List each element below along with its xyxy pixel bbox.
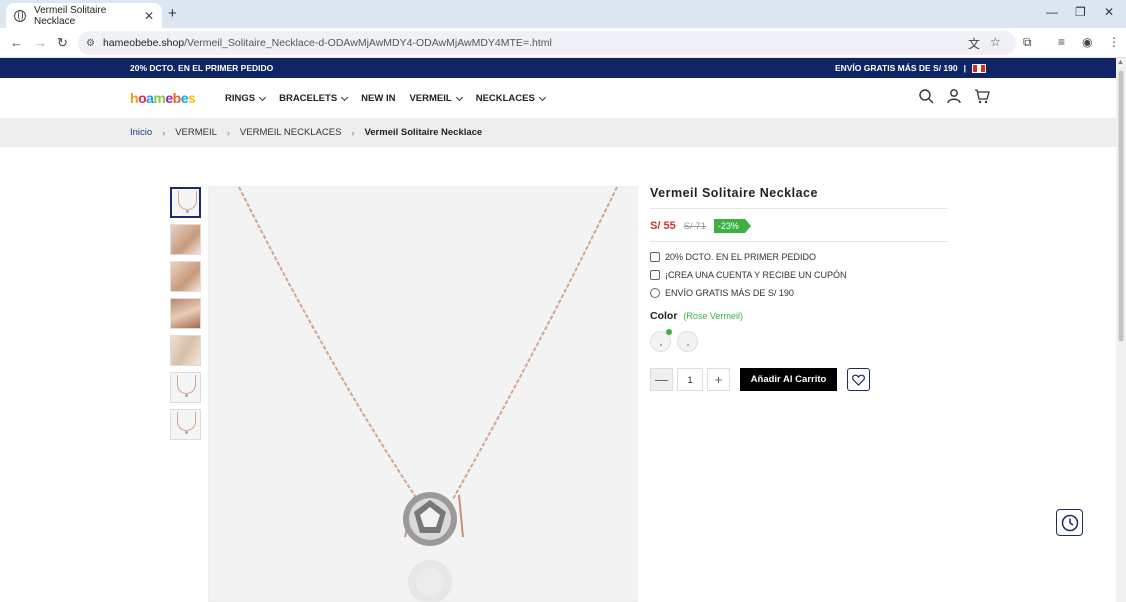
color-label: Color [650, 310, 678, 322]
thumbnail-4[interactable] [170, 298, 201, 329]
chevron-down-icon [455, 93, 463, 101]
scroll-up-icon[interactable]: ▲ [1117, 59, 1124, 66]
thumbnail-3[interactable] [170, 261, 201, 292]
chevron-down-icon [538, 93, 546, 101]
thumbnail-7[interactable] [170, 409, 201, 440]
shipping-icon [650, 288, 660, 298]
browser-tab[interactable]: Vermeil Solitaire Necklace ✕ [6, 3, 162, 28]
product-info: Vermeil Solitaire Necklace S/ 55 S/ 71 -… [650, 186, 948, 391]
thumbnail-6[interactable] [170, 372, 201, 403]
nav-item-rings[interactable]: RINGS [225, 93, 267, 104]
back-icon[interactable]: ← [10, 35, 23, 50]
main-nav: RINGS BRACELETS NEW IN VERMEIL NECKLACES [225, 93, 546, 104]
promo-left-text: 20% DCTO. EN EL PRIMER PEDIDO [130, 63, 274, 73]
nav-item-necklaces[interactable]: NECKLACES [476, 93, 546, 104]
peru-flag-icon[interactable] [972, 63, 986, 73]
thumbnail-5[interactable] [170, 335, 201, 366]
breadcrumb-vermeil-necklaces[interactable]: VERMEIL NECKLACES [240, 127, 342, 138]
account-icon[interactable] [946, 88, 962, 104]
color-selector-label: Color (Rose Vermeil) [650, 310, 948, 322]
tag-icon [650, 252, 660, 262]
search-icon[interactable] [918, 88, 934, 104]
page-scrollbar[interactable]: ▲ [1116, 58, 1126, 602]
site-info-icon[interactable]: ⚙ [86, 38, 95, 49]
coupon-icon [650, 270, 660, 280]
cart-icon[interactable] [974, 88, 990, 104]
breadcrumb-home[interactable]: Inicio [130, 127, 152, 138]
thumbnail-gallery [170, 187, 202, 446]
site-logo[interactable]: hoamebes [130, 90, 196, 106]
breadcrumb-separator: › [162, 127, 166, 138]
chevron-down-icon [259, 93, 267, 101]
bookmark-star-icon[interactable]: ☆ [990, 35, 1001, 49]
new-tab-icon[interactable]: + [168, 5, 177, 22]
extensions-icon[interactable]: ⧉ [1023, 35, 1032, 50]
browser-tab-bar: Vermeil Solitaire Necklace ✕ + — ❐ ✕ [0, 0, 1126, 28]
address-bar: ← → ↻ ⚙ hameobebe.shop/Vermeil_Solitaire… [0, 28, 1126, 58]
quantity-increase-button[interactable]: + [707, 368, 730, 391]
promo-bar: 20% DCTO. EN EL PRIMER PEDIDO ENVÍO GRAT… [0, 58, 1116, 78]
scrollbar-thumb[interactable] [1118, 70, 1124, 342]
perk-item: ¡CREA UNA CUENTA Y RECIBE UN CUPÓN [650, 270, 948, 280]
promo-right-text: ENVÍO GRATIS MÁS DE S/ 190 [834, 63, 958, 73]
add-to-cart-button[interactable]: Añadir Al Carrito [740, 368, 837, 391]
clock-icon [1061, 514, 1078, 531]
breadcrumb-separator: › [226, 127, 230, 138]
chevron-down-icon [341, 93, 349, 101]
discount-badge: -23% [713, 219, 751, 233]
perks-list: 20% DCTO. EN EL PRIMER PEDIDO ¡CREA UNA … [650, 242, 948, 298]
nav-item-vermeil[interactable]: VERMEIL [409, 93, 463, 104]
perk-item: 20% DCTO. EN EL PRIMER PEDIDO [650, 252, 948, 262]
thumbnail-1[interactable] [170, 187, 201, 218]
necklace-illustration [238, 187, 618, 601]
quantity-input[interactable]: 1 [677, 368, 703, 391]
perk-item: ENVÍO GRATIS MÁS DE S/ 190 [650, 288, 948, 298]
forward-icon[interactable]: → [34, 35, 47, 50]
promo-divider: | [963, 63, 966, 73]
product-title: Vermeil Solitaire Necklace [650, 186, 948, 209]
close-tab-icon[interactable]: ✕ [144, 9, 154, 23]
thumbnail-2[interactable] [170, 224, 201, 255]
profile-icon[interactable]: ◉ [1082, 35, 1092, 49]
quantity-decrease-button[interactable]: — [650, 368, 673, 391]
old-price: S/ 71 [683, 220, 706, 232]
current-price: S/ 55 [650, 220, 676, 232]
translate-icon[interactable]: 文 [968, 35, 980, 52]
breadcrumb: Inicio › VERMEIL › VERMEIL NECKLACES › V… [0, 118, 1116, 147]
reload-icon[interactable]: ↻ [57, 35, 68, 51]
recently-viewed-button[interactable] [1056, 509, 1083, 536]
color-selected-value: (Rose Vermeil) [683, 311, 743, 321]
close-window-icon[interactable]: ✕ [1104, 5, 1114, 19]
globe-icon [14, 9, 26, 22]
menu-dots-icon[interactable]: ⋮ [1108, 35, 1120, 49]
color-swatches [650, 329, 948, 352]
breadcrumb-current: Vermeil Solitaire Necklace [364, 127, 483, 138]
nav-item-bracelets[interactable]: BRACELETS [279, 93, 349, 104]
minimize-icon[interactable]: — [1046, 5, 1058, 19]
media-icon[interactable]: ≡ [1058, 35, 1065, 49]
main-product-image[interactable] [208, 186, 638, 602]
heart-icon [852, 374, 865, 386]
breadcrumb-separator: › [351, 127, 355, 138]
cart-row: — 1 + Añadir Al Carrito [650, 368, 948, 391]
nav-item-new-in[interactable]: NEW IN [361, 93, 395, 104]
swatch-rose-vermeil[interactable] [650, 329, 672, 352]
price-row: S/ 55 S/ 71 -23% [650, 209, 948, 242]
breadcrumb-vermeil[interactable]: VERMEIL [175, 127, 217, 138]
omnibox[interactable]: ⚙ hameobebe.shop/Vermeil_Solitaire_Neckl… [78, 31, 1016, 55]
restore-icon[interactable]: ❐ [1075, 5, 1086, 19]
url-text[interactable]: hameobebe.shop/Vermeil_Solitaire_Necklac… [103, 37, 552, 49]
tab-title: Vermeil Solitaire Necklace [34, 4, 107, 27]
wishlist-button[interactable] [847, 368, 870, 391]
swatch-alt[interactable] [677, 331, 698, 352]
site-header: hoamebes RINGS BRACELETS NEW IN VERMEIL … [0, 78, 1116, 118]
